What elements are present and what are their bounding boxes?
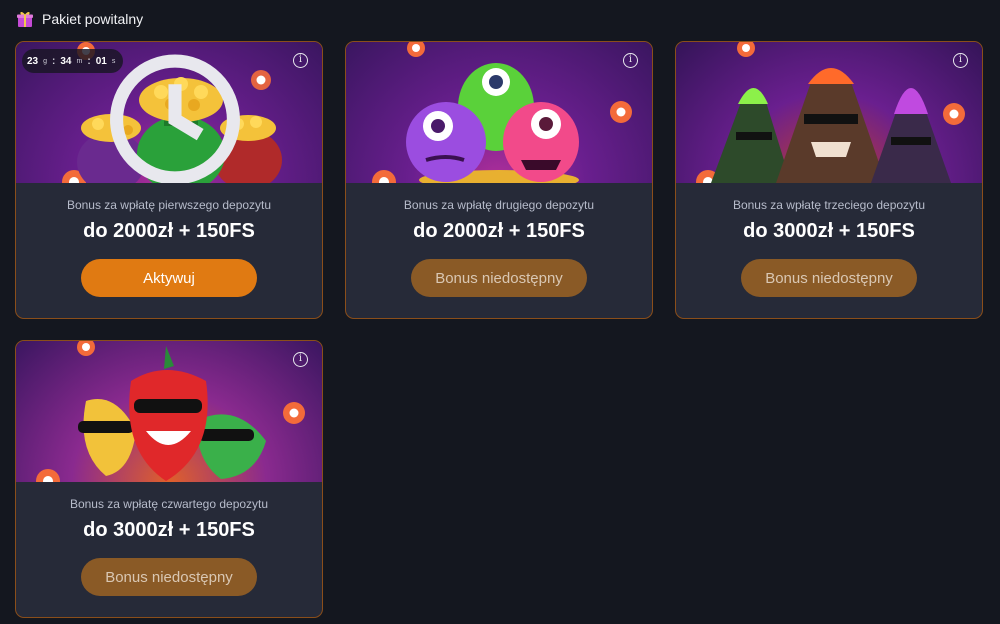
section-title: Pakiet powitalny bbox=[42, 11, 144, 27]
bonus-amount: do 3000zł + 150FS bbox=[743, 220, 915, 242]
bonus-amount: do 2000zł + 150FS bbox=[413, 220, 585, 242]
bonus-card-third-deposit: i Bonus za wpłatę trzeciego depozytu do … bbox=[675, 41, 983, 319]
section-header: Pakiet powitalny bbox=[16, 9, 143, 29]
bonus-subtitle: Bonus za wpłatę czwartego depozytu bbox=[69, 497, 269, 511]
info-icon[interactable]: i bbox=[293, 53, 308, 68]
bonus-card-first-deposit: 23 g : 34 m : 01 s i Bonus za wpłatę pierws… bbox=[15, 41, 323, 319]
bonus-subtitle: Bonus za wpłatę drugiego depozytu bbox=[403, 198, 595, 212]
countdown-timer: 23 g : 34 m : 01 s bbox=[22, 49, 240, 183]
info-icon[interactable]: i bbox=[953, 53, 968, 68]
bonus-artwork-volcanoes: i bbox=[676, 42, 982, 183]
bonus-unavailable-button[interactable]: Bonus niedostępny bbox=[411, 259, 587, 297]
clock-icon bbox=[110, 54, 240, 183]
bonus-artwork-chili-peppers: i bbox=[16, 341, 322, 482]
bonus-card-fourth-deposit: i Bonus za wpłatę czwartego depozytu do … bbox=[15, 340, 323, 618]
gift-icon bbox=[17, 12, 33, 27]
bonus-subtitle: Bonus za wpłatę pierwszego depozytu bbox=[66, 198, 272, 212]
info-icon[interactable]: i bbox=[293, 352, 308, 367]
activate-button[interactable]: Aktywuj bbox=[81, 259, 257, 297]
info-icon[interactable]: i bbox=[623, 53, 638, 68]
bonus-amount: do 3000zł + 150FS bbox=[83, 519, 255, 541]
bonus-card-second-deposit: i Bonus za wpłatę drugiego depozytu do 2… bbox=[345, 41, 653, 319]
bonus-unavailable-button[interactable]: Bonus niedostępny bbox=[741, 259, 917, 297]
bonus-unavailable-button[interactable]: Bonus niedostępny bbox=[81, 558, 257, 596]
bonus-artwork-monsters: i bbox=[346, 42, 652, 183]
bonus-artwork-money-bags: 23 g : 34 m : 01 s i bbox=[16, 42, 322, 183]
bonus-amount: do 2000zł + 150FS bbox=[83, 220, 255, 242]
bonus-subtitle: Bonus za wpłatę trzeciego depozytu bbox=[732, 198, 926, 212]
